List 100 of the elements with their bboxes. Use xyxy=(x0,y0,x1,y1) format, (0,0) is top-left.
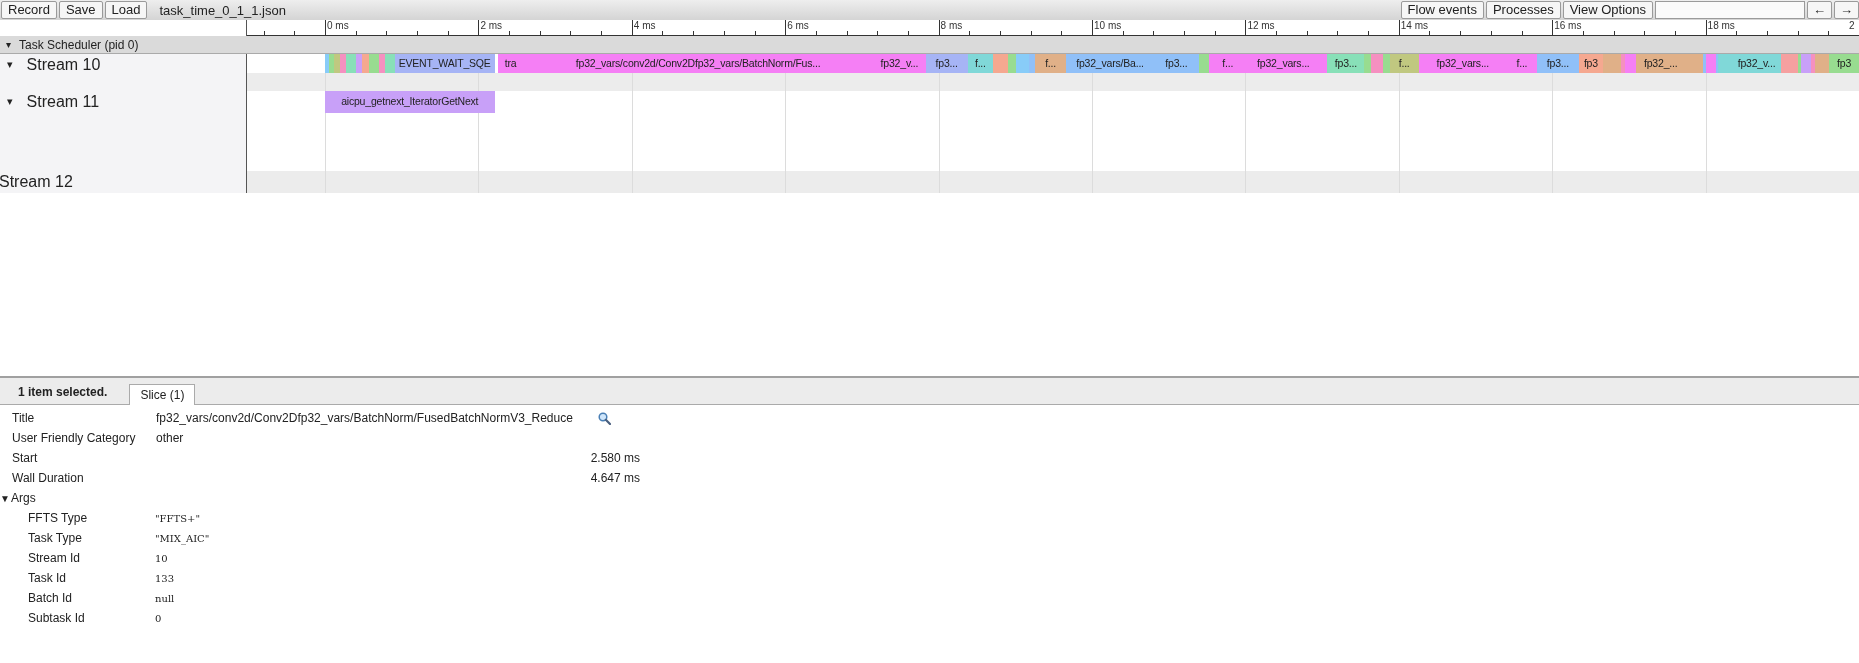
tick-label: 2 ms xyxy=(480,20,503,32)
toolbar-button[interactable]: View Options xyxy=(1562,1,1653,19)
field-label: Title xyxy=(11,411,36,425)
trace-slice[interactable]: fp32_v... xyxy=(873,54,926,73)
tick-label: 12 ms xyxy=(1247,20,1275,32)
selection-summary: 1 item selected. xyxy=(18,385,108,399)
trace-slice[interactable] xyxy=(1382,54,1390,73)
tick-label: 14 ms xyxy=(1400,20,1429,32)
search-icon[interactable] xyxy=(597,411,611,425)
toolbar-button[interactable]: Record xyxy=(1,1,57,19)
trace-slice[interactable]: fp3 xyxy=(1579,54,1603,73)
trace-slice[interactable] xyxy=(1811,54,1816,73)
trace-slice[interactable] xyxy=(1702,54,1706,73)
toolbar-button[interactable]: Flow events xyxy=(1400,1,1484,19)
search-field[interactable] xyxy=(1655,1,1805,19)
field-value: fp32_vars/conv2d/Conv2Dfp32_vars/BatchNorm/FusedBatchNormV3_Reduce xyxy=(156,411,573,425)
file-name: task_time_0_1_1.json xyxy=(159,2,286,18)
trace-slice[interactable] xyxy=(1364,54,1372,73)
trace-slice[interactable]: fp3... xyxy=(1536,54,1580,73)
process-header[interactable]: ▾ Task Scheduler (pid 0) xyxy=(0,36,1859,54)
field-value: other xyxy=(156,431,184,445)
trace-slice[interactable] xyxy=(1209,54,1217,73)
trace-slice[interactable] xyxy=(325,54,329,73)
field-label: Wall Duration xyxy=(11,471,85,485)
section-label: Args xyxy=(11,491,36,505)
trace-slice[interactable] xyxy=(361,54,370,73)
trace-slice[interactable] xyxy=(1029,54,1036,73)
trace-slice[interactable]: fp3... xyxy=(925,54,968,73)
trace-slice[interactable] xyxy=(334,54,341,73)
toolbar-button[interactable]: Processes xyxy=(1485,1,1561,19)
trace-slice[interactable] xyxy=(355,54,362,73)
arg-value: null xyxy=(155,592,175,604)
trace-slice[interactable]: f... xyxy=(1035,54,1066,73)
tick-label: 0 ms xyxy=(327,20,349,32)
tick-label: 10 ms xyxy=(1094,20,1122,32)
trace-slice[interactable]: fp3... xyxy=(1327,54,1365,73)
trace-slice[interactable]: fp32_vars... xyxy=(1239,54,1328,73)
trace-slice[interactable]: EVENT_WAIT_SQE xyxy=(394,54,495,73)
trace-slice[interactable] xyxy=(1800,54,1812,73)
arg-value: 10 xyxy=(155,552,168,564)
trace-slice[interactable]: f... xyxy=(1216,54,1240,73)
field-value: 2.580 ms xyxy=(589,451,640,465)
trace-slice[interactable] xyxy=(1625,54,1636,73)
trace-slice[interactable] xyxy=(369,54,379,73)
arg-label: Task Id xyxy=(27,571,67,585)
trace-slice[interactable]: f... xyxy=(1506,54,1537,73)
trace-slice[interactable] xyxy=(328,54,335,73)
process-title: Task Scheduler (pid 0) xyxy=(19,37,139,52)
trace-slice[interactable] xyxy=(1621,54,1626,73)
trace-slice[interactable] xyxy=(1371,54,1383,73)
trace-slice[interactable] xyxy=(384,54,395,73)
tick-label: 16 ms xyxy=(1554,20,1582,32)
arg-label: Task Type xyxy=(27,531,83,545)
trace-slice[interactable] xyxy=(1008,54,1017,73)
trace-slice[interactable] xyxy=(993,54,1009,73)
trace-slice[interactable]: fp32_v... xyxy=(1732,54,1781,73)
trace-slice[interactable]: fp32_vars/conv2d/Conv2Dfp32_vars/BatchNorm/Fus... xyxy=(522,54,874,73)
track-name: Stream 10 xyxy=(26,56,101,74)
toolbar-button[interactable]: Save xyxy=(58,1,103,19)
trace-slice[interactable]: fp32_... xyxy=(1635,54,1686,73)
track-name: Stream 11 xyxy=(26,93,100,111)
field-label: Start xyxy=(11,451,39,465)
trace-slice[interactable]: f... xyxy=(1389,54,1419,73)
trace-slice[interactable]: fp32_vars/Ba... xyxy=(1065,54,1155,73)
collapse-toggle[interactable]: ▾ xyxy=(6,39,12,50)
trace-slice[interactable] xyxy=(1016,54,1030,73)
collapse-toggle[interactable]: ▼ xyxy=(0,492,11,504)
arg-label: Subtask Id xyxy=(27,611,86,625)
tick-label: 8 ms xyxy=(940,20,963,32)
arg-value: "MIX_AIC" xyxy=(155,532,210,544)
arg-value: "FFTS+" xyxy=(155,512,200,524)
trace-slice[interactable] xyxy=(378,54,385,73)
trace-slice[interactable]: aicpu_getnext_IteratorGetNext xyxy=(325,91,495,113)
trace-slice[interactable] xyxy=(1797,54,1801,73)
arg-value: 0 xyxy=(155,612,162,624)
trace-slice[interactable]: fp3... xyxy=(1154,54,1199,73)
trace-slice[interactable] xyxy=(346,54,356,73)
tick-label: 18 ms xyxy=(1707,20,1735,32)
trace-slice[interactable]: f... xyxy=(967,54,994,73)
collapse-toggle[interactable]: ▾ xyxy=(7,95,13,108)
collapse-toggle[interactable]: ▾ xyxy=(7,58,13,71)
trace-slice[interactable] xyxy=(1198,54,1210,73)
toolbar-button[interactable]: Load xyxy=(104,1,148,19)
trace-slice[interactable] xyxy=(1705,54,1716,73)
nav-button[interactable]: → xyxy=(1834,1,1859,19)
trace-slice[interactable]: fp32_vars... xyxy=(1418,54,1507,73)
panel-tab[interactable]: Slice (1) xyxy=(129,384,196,405)
trace-slice[interactable] xyxy=(340,54,347,73)
trace-slice[interactable]: tra xyxy=(498,54,523,73)
arg-label: Batch Id xyxy=(27,591,74,605)
tick-label: 2 xyxy=(1849,20,1855,32)
track-name: Stream 12 xyxy=(0,173,73,191)
arg-label: FFTS Type xyxy=(27,511,89,525)
trace-slice[interactable] xyxy=(1815,54,1830,73)
nav-button[interactable]: ← xyxy=(1807,1,1832,19)
trace-slice[interactable]: fp3 xyxy=(1829,54,1859,73)
trace-slice[interactable] xyxy=(1715,54,1718,73)
arg-label: Stream Id xyxy=(27,551,82,565)
tick-label: 4 ms xyxy=(633,20,656,32)
tick-label: 6 ms xyxy=(787,20,809,32)
